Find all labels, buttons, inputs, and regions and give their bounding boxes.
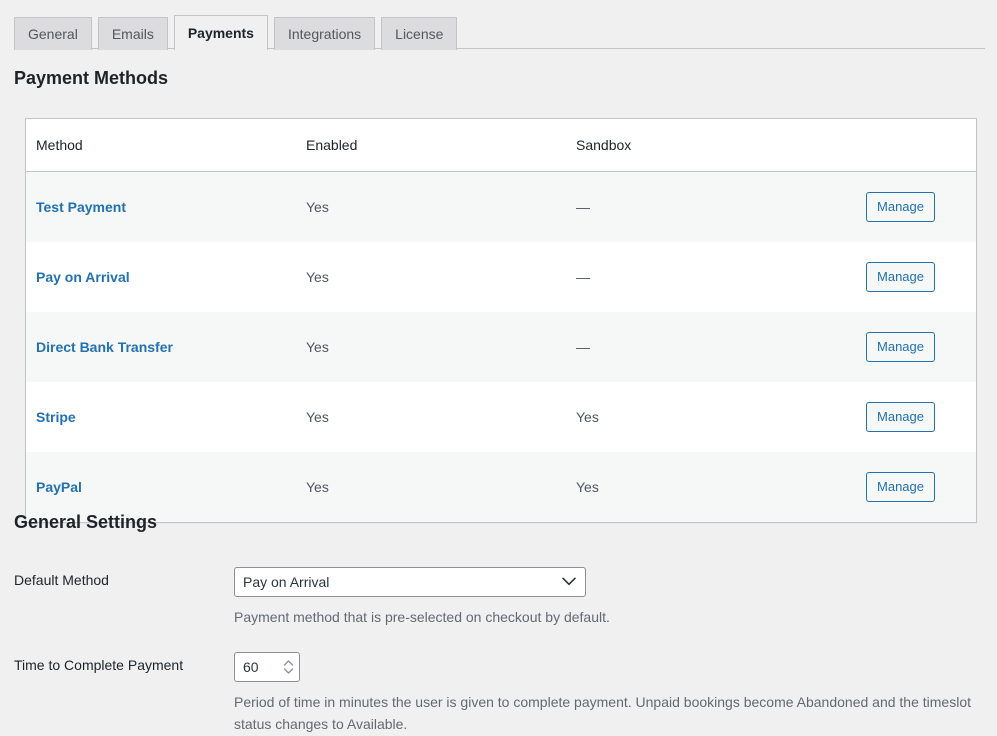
tab-general-label: General (28, 26, 78, 42)
time-to-complete-payment-description: Period of time in minutes the user is gi… (234, 694, 971, 733)
table-header-row: Method Enabled Sandbox (26, 119, 976, 172)
table-row: PayPal Yes Yes Manage (26, 452, 976, 522)
time-to-complete-payment-input-wrap (234, 652, 300, 682)
method-link-direct-bank-transfer[interactable]: Direct Bank Transfer (36, 339, 173, 355)
tab-license-label: License (395, 26, 444, 42)
method-link-stripe[interactable]: Stripe (36, 409, 76, 425)
table-body: Test Payment Yes — Manage Pay on Arrival… (26, 171, 976, 522)
time-to-complete-payment-control: Period of time in minutes the user is gi… (234, 652, 984, 736)
manage-button-pay-on-arrival[interactable]: Manage (866, 262, 935, 292)
tab-list: General Emails Payments Integrations Lic… (14, 14, 997, 50)
tab-license[interactable]: License (381, 17, 458, 50)
cell-enabled: Yes (296, 312, 566, 382)
cell-sandbox: — (566, 312, 836, 382)
default-method-select-wrap: Pay on Arrival (234, 567, 586, 597)
field-row-time-to-complete-payment: Time to Complete Payment Period of time … (14, 652, 984, 736)
tab-emails-label: Emails (111, 26, 154, 42)
method-link-test-payment[interactable]: Test Payment (36, 199, 126, 215)
column-header-method: Method (26, 119, 296, 172)
column-header-enabled: Enabled (296, 119, 566, 172)
method-link-paypal[interactable]: PayPal (36, 479, 82, 495)
tab-integrations-label: Integrations (287, 26, 362, 42)
cell-method: Pay on Arrival (26, 242, 296, 312)
table-row: Pay on Arrival Yes — Manage (26, 242, 976, 312)
column-header-actions (836, 119, 976, 172)
cell-method: Stripe (26, 382, 296, 452)
time-to-complete-payment-label: Time to Complete Payment (14, 657, 184, 673)
manage-button-paypal[interactable]: Manage (866, 472, 935, 502)
manage-button-direct-bank-transfer[interactable]: Manage (866, 332, 935, 362)
cell-enabled: Yes (296, 242, 566, 312)
cell-enabled: Yes (296, 452, 566, 522)
tab-payments[interactable]: Payments (173, 15, 268, 50)
table-head: Method Enabled Sandbox (26, 119, 976, 172)
default-method-label: Default Method (14, 572, 109, 588)
cell-actions: Manage (836, 382, 976, 452)
cell-sandbox: Yes (566, 452, 836, 522)
table-row: Direct Bank Transfer Yes — Manage (26, 312, 976, 382)
manage-button-test-payment[interactable]: Manage (866, 192, 935, 222)
cell-enabled: Yes (296, 171, 566, 242)
tab-payments-label: Payments (187, 25, 254, 41)
payment-methods-heading: Payment Methods (14, 68, 169, 88)
table-row: Test Payment Yes — Manage (26, 171, 976, 242)
cell-sandbox: — (566, 171, 836, 242)
table-row: Stripe Yes Yes Manage (26, 382, 976, 452)
tab-emails[interactable]: Emails (97, 17, 168, 50)
general-settings-heading: General Settings (14, 512, 158, 532)
cell-method: Test Payment (26, 171, 296, 242)
settings-tab-bar: General Emails Payments Integrations Lic… (0, 0, 997, 50)
cell-enabled: Yes (296, 382, 566, 452)
cell-sandbox: Yes (566, 382, 836, 452)
cell-actions: Manage (836, 452, 976, 522)
tab-general[interactable]: General (14, 17, 92, 50)
column-header-sandbox: Sandbox (566, 119, 836, 172)
payment-methods-table-card: Method Enabled Sandbox Test Payment Yes … (25, 118, 977, 523)
tab-integrations[interactable]: Integrations (273, 17, 376, 50)
cell-actions: Manage (836, 171, 976, 242)
cell-sandbox: — (566, 242, 836, 312)
cell-actions: Manage (836, 242, 976, 312)
payment-methods-table: Method Enabled Sandbox Test Payment Yes … (26, 119, 976, 522)
default-method-description: Payment method that is pre-selected on c… (234, 609, 610, 625)
cell-actions: Manage (836, 312, 976, 382)
field-row-default-method: Default Method Pay on Arrival Payment me… (14, 567, 984, 628)
number-stepper-icon[interactable] (283, 660, 294, 674)
cell-method: Direct Bank Transfer (26, 312, 296, 382)
default-method-select[interactable]: Pay on Arrival (234, 567, 586, 597)
default-method-control: Pay on Arrival Payment method that is pr… (234, 567, 984, 628)
manage-button-stripe[interactable]: Manage (866, 402, 935, 432)
method-link-pay-on-arrival[interactable]: Pay on Arrival (36, 269, 130, 285)
